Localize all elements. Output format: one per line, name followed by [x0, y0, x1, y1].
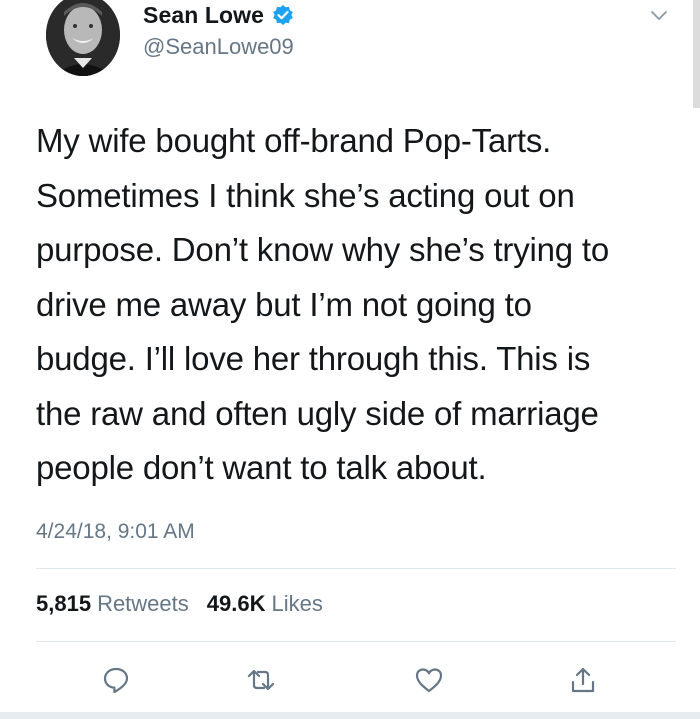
tweet-text-line: people don’t want to talk about. [36, 449, 487, 486]
chevron-down-icon[interactable] [648, 4, 670, 26]
tweet-text-line: Sometimes I think she’s acting out on [36, 176, 575, 214]
author-display-name[interactable]: Sean Lowe [143, 2, 264, 29]
retweets-count: 5,815 [36, 591, 92, 616]
tweet-card: Sean Lowe @SeanLowe09 My wife bought off… [0, 0, 700, 719]
verified-badge-icon [272, 4, 294, 26]
tweet-text: My wife bought off-brand Pop-Tarts. Some… [36, 114, 676, 496]
likes-count: 49.6K [206, 591, 266, 616]
author-handle[interactable]: @SeanLowe09 [143, 34, 294, 60]
scrollbar[interactable] [693, 0, 700, 108]
divider [36, 641, 676, 642]
author-name-row: Sean Lowe [143, 0, 294, 30]
tweet-text-line: purpose. Don’t know why she’s trying to [36, 231, 610, 268]
share-icon[interactable] [568, 665, 598, 695]
reply-icon[interactable] [101, 665, 131, 695]
tweet-timestamp[interactable]: 4/24/18, 9:01 AM [36, 520, 195, 544]
bottom-edge [0, 712, 700, 719]
tweet-stats: 5,815 Retweets 49.6K Likes [36, 591, 323, 617]
tweet-text-line: My wife bought off-brand Pop-Tarts. [36, 122, 552, 159]
tweet-text-line: drive me away but I’m not going to [36, 285, 532, 323]
tweet-text-line: the raw and often ugly side of marriage [36, 394, 599, 432]
tweet-text-line: budge. I’ll love her through this. This … [36, 340, 591, 377]
avatar-photo-icon [46, 0, 120, 76]
avatar[interactable] [46, 0, 120, 76]
likes-label: Likes [271, 591, 323, 616]
heart-icon[interactable] [414, 665, 444, 695]
divider [36, 568, 676, 569]
retweets-stat[interactable]: 5,815 Retweets [36, 591, 189, 617]
retweets-label: Retweets [97, 591, 189, 616]
likes-stat[interactable]: 49.6K Likes [207, 591, 323, 617]
retweet-icon[interactable] [246, 665, 276, 695]
